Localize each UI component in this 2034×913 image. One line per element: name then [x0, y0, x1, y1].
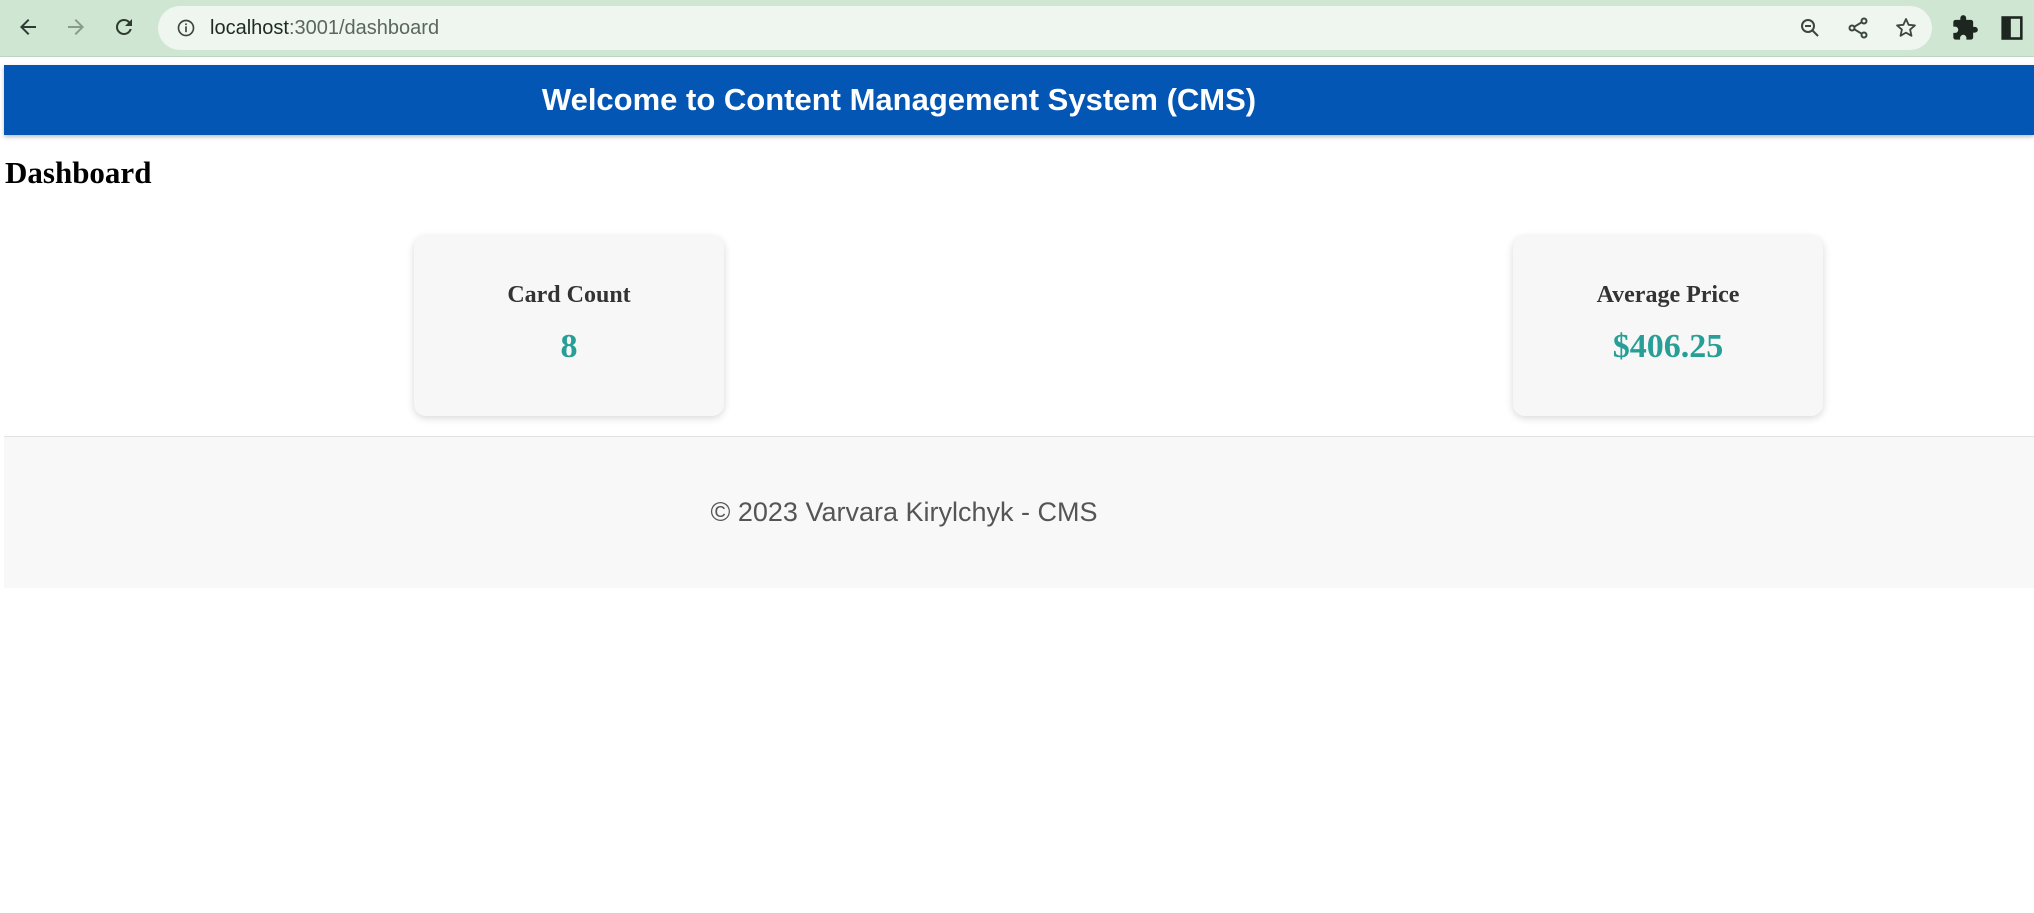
url-text[interactable]: localhost:3001/dashboard: [210, 16, 439, 40]
back-button[interactable]: [12, 11, 44, 43]
reload-icon: [115, 18, 132, 35]
stat-label: Average Price: [1596, 282, 1740, 308]
share-icon[interactable]: [1846, 16, 1870, 40]
page-title: Dashboard: [5, 155, 152, 190]
window-icon[interactable]: [1998, 14, 2026, 42]
stat-card-average-price: Average Price $406.25: [1513, 236, 1823, 416]
browser-toolbar: localhost:3001/dashboard: [0, 0, 2034, 57]
site-header: Welcome to Content Management System (CM…: [4, 65, 2034, 135]
stat-value: $406.25: [1612, 328, 1724, 365]
info-icon[interactable]: [176, 18, 196, 38]
back-arrow-icon: [20, 19, 36, 35]
copyright-text: © 2023 Varvara Kirylchyk - CMS: [710, 497, 1098, 527]
url-host: localhost: [210, 17, 289, 39]
zoom-out-icon[interactable]: [1798, 16, 1822, 40]
forward-arrow-icon: [68, 19, 84, 35]
star-icon[interactable]: [1894, 16, 1918, 40]
reload-button[interactable]: [108, 11, 140, 43]
stat-label: Card Count: [507, 282, 631, 308]
puzzle-icon[interactable]: [1951, 14, 1979, 42]
url-path: :3001/dashboard: [288, 17, 440, 39]
stat-value: 8: [560, 328, 578, 365]
footer-text-wrapper: © 2023 Varvara Kirylchyk - CMS: [4, 497, 2034, 528]
site-footer: © 2023 Varvara Kirylchyk - CMS: [4, 436, 2034, 588]
address-bar[interactable]: localhost:3001/dashboard: [158, 6, 1932, 50]
forward-button[interactable]: [60, 11, 92, 43]
site-title: Welcome to Content Management System (CM…: [541, 82, 1257, 117]
stat-card-card-count: Card Count 8: [414, 236, 724, 416]
